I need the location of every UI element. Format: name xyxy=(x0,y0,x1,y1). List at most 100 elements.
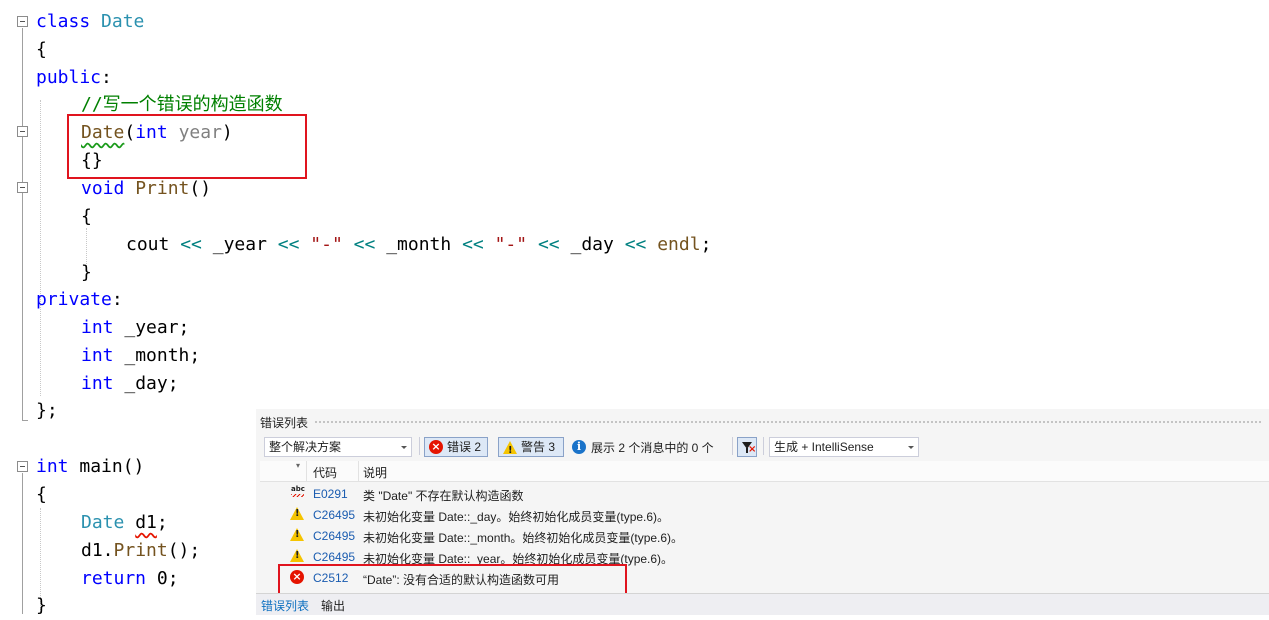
code-line-14: int _day; xyxy=(81,370,179,398)
error-list-panel: 错误列表 整个解决方案 × 错误 2 警告 3 i 展示 2 个消息中的 0 个… xyxy=(256,409,1269,615)
parens: () xyxy=(189,178,212,199)
messages-filter-label: 展示 2 个消息中的 0 个 xyxy=(591,440,714,455)
highlight-box-error-row xyxy=(278,564,627,595)
token: _month xyxy=(386,234,452,255)
warning-icon xyxy=(290,549,304,562)
messages-filter-button[interactable]: i 展示 2 个消息中的 0 个 xyxy=(572,437,714,457)
keyword: int xyxy=(36,456,69,477)
code-line-1: class Date xyxy=(36,8,144,36)
code-line-20: return 0; xyxy=(81,565,179,593)
punct: : xyxy=(111,289,123,310)
function-name: Print xyxy=(113,540,168,561)
code-line-11: private: xyxy=(36,286,123,314)
source-select-value: 生成 + IntelliSense xyxy=(774,440,874,454)
punct: : xyxy=(101,67,112,88)
keyword: public xyxy=(36,67,102,88)
keyword: int xyxy=(81,317,114,338)
class-name: Date xyxy=(101,11,145,32)
operator: << xyxy=(624,234,647,255)
error-row[interactable]: C26495 未初始化变量 Date::_day。始终初始化成员变量(type.… xyxy=(260,504,1269,525)
code-line-16: int main() xyxy=(36,453,144,481)
code-line-18: Date d1; xyxy=(81,509,168,537)
fold-toggle-class[interactable] xyxy=(17,16,28,27)
errors-filter-button[interactable]: × 错误 2 xyxy=(424,437,488,457)
warning-icon xyxy=(503,440,517,460)
error-description: 类 "Date" 不存在默认构造函数 xyxy=(363,489,524,503)
code-line-15: }; xyxy=(36,400,58,421)
punct: 0; xyxy=(146,568,179,589)
error-code[interactable]: C26495 xyxy=(313,550,355,564)
code-line-2: { xyxy=(36,39,47,60)
warning-icon xyxy=(290,507,304,520)
info-icon: i xyxy=(572,440,586,454)
scope-select[interactable]: 整个解决方案 xyxy=(264,437,412,457)
separator xyxy=(763,437,764,455)
warnings-filter-button[interactable]: 警告 3 xyxy=(498,437,564,460)
token: _day xyxy=(570,234,614,255)
function-name: main xyxy=(79,456,123,477)
fold-toggle-constructor[interactable] xyxy=(17,126,28,137)
error-row[interactable]: abc E0291 类 "Date" 不存在默认构造函数 xyxy=(260,483,1269,504)
error-code[interactable]: C26495 xyxy=(313,529,355,543)
code-line-19: d1.Print(); xyxy=(81,537,200,565)
punct: ; xyxy=(156,512,168,533)
separator xyxy=(419,437,420,455)
variable: d1 xyxy=(135,512,157,533)
keyword: void xyxy=(81,178,125,199)
highlight-box-constructor xyxy=(67,114,307,179)
grid-header: ▾ 代码 说明 xyxy=(260,461,1269,482)
code-line-3: public: xyxy=(36,64,112,92)
fold-toggle-main[interactable] xyxy=(17,461,28,472)
token: _year xyxy=(212,234,267,255)
keyword: private xyxy=(36,289,112,310)
errors-filter-label: 错误 2 xyxy=(447,440,482,454)
operator: << xyxy=(537,234,560,255)
error-code[interactable]: C26495 xyxy=(313,508,355,522)
token: cout xyxy=(126,234,170,255)
keyword: class xyxy=(36,11,91,32)
punct: (); xyxy=(167,540,201,561)
fold-toggle-print[interactable] xyxy=(17,182,28,193)
operator: << xyxy=(462,234,484,255)
column-header-description[interactable]: 说明 xyxy=(363,464,387,481)
punct: ; xyxy=(700,234,712,255)
outline-end xyxy=(22,420,28,421)
code-line-10: } xyxy=(81,262,92,283)
function-name: Print xyxy=(135,178,190,199)
operator: << xyxy=(277,234,300,255)
error-icon: × xyxy=(429,440,443,454)
error-description: 未初始化变量 Date::_day。始终初始化成员变量(type.6)。 xyxy=(363,510,670,524)
tab-output[interactable]: 输出 xyxy=(321,597,345,614)
outline-line xyxy=(22,28,23,420)
error-row[interactable]: C26495 未初始化变量 Date::_month。始终初始化成员变量(typ… xyxy=(260,525,1269,546)
class-name: Date xyxy=(81,512,125,533)
warnings-filter-label: 警告 3 xyxy=(521,440,556,454)
scope-select-value: 整个解决方案 xyxy=(269,440,342,454)
code-line-17: { xyxy=(36,484,47,505)
panel-tab-strip: 错误列表 输出 xyxy=(256,593,1269,615)
operator: << xyxy=(353,234,376,255)
filter-icon[interactable]: × xyxy=(737,437,757,457)
keyword: return xyxy=(81,568,147,589)
outline-line xyxy=(22,473,23,614)
column-divider[interactable] xyxy=(358,461,359,481)
token: endl xyxy=(657,234,701,255)
column-header-code[interactable]: 代码 xyxy=(313,464,337,481)
chevron-down-icon xyxy=(401,446,407,449)
separator xyxy=(732,437,733,455)
column-divider xyxy=(306,461,307,481)
member: _day; xyxy=(124,373,179,394)
panel-grip[interactable] xyxy=(314,420,1263,424)
keyword: int xyxy=(81,345,114,366)
source-select[interactable]: 生成 + IntelliSense xyxy=(769,437,919,457)
spell-check-error-icon: abc xyxy=(291,485,305,499)
error-code[interactable]: E0291 xyxy=(313,487,348,501)
code-line-13: int _month; xyxy=(81,342,200,370)
member: _month; xyxy=(124,345,201,366)
chevron-down-icon xyxy=(908,446,914,449)
tab-error-list[interactable]: 错误列表 xyxy=(261,597,309,614)
parens: () xyxy=(122,456,145,477)
indent-guide xyxy=(40,100,41,396)
member: _year; xyxy=(124,317,190,338)
code-line-21: } xyxy=(36,595,47,616)
